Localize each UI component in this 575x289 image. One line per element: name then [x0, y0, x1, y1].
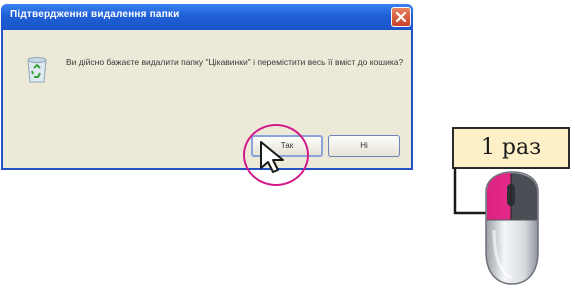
- close-icon: [395, 11, 407, 23]
- dialog-titlebar[interactable]: Підтвердження видалення папки: [1, 4, 413, 30]
- mouse-icon: [485, 171, 539, 285]
- no-button[interactable]: Ні: [328, 135, 400, 157]
- dialog-message: Ви дійсно бажаєте видалити папку "Цікави…: [66, 57, 404, 67]
- recycle-bin-icon: [27, 57, 47, 83]
- pointer-cursor-icon: [260, 141, 284, 173]
- confirm-delete-dialog: Підтвердження видалення папки Ви дійсно …: [1, 4, 413, 170]
- close-button[interactable]: [391, 7, 411, 27]
- dialog-title: Підтвердження видалення папки: [10, 9, 180, 20]
- click-count-label: 1 раз: [452, 127, 570, 169]
